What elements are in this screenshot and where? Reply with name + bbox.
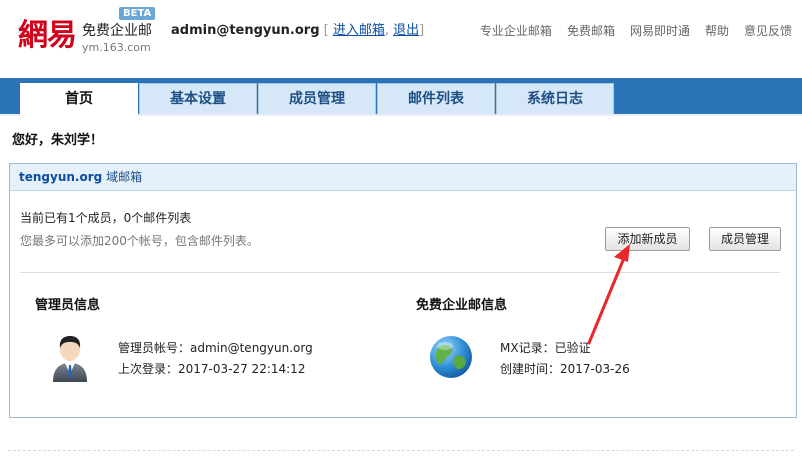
bracket-close: ] — [419, 23, 425, 38]
footer-divider — [8, 450, 794, 451]
section-divider — [20, 272, 780, 273]
member-summary: 当前已有1个成员，0个邮件列表 — [20, 211, 192, 225]
greeting: 您好，朱刘学！ — [12, 133, 104, 148]
main-tab-bar: 首页 基本设置 成员管理 邮件列表 系统日志 — [0, 78, 802, 116]
account-user: admin@tengyun.org — [171, 23, 320, 38]
panel-domain: tengyun.org — [19, 170, 103, 184]
panel-header: tengyun.org 域邮箱 — [10, 164, 796, 191]
header: 網易 免费企业邮 BETA ym.163.com admin@tengyun.o… — [0, 0, 802, 78]
admin-user-icon — [53, 336, 87, 382]
bracket-open: [ — [323, 23, 333, 38]
top-link-pro-mail[interactable]: 专业企业邮箱 — [480, 23, 552, 39]
top-link-help[interactable]: 帮助 — [705, 23, 729, 39]
tab-basic-settings[interactable]: 基本设置 — [139, 83, 257, 114]
logo-product-name: 免费企业邮 — [82, 23, 152, 39]
logout-link[interactable]: 退出 — [393, 23, 419, 38]
admin-last-login-line: 上次登录：2017-03-27 22:14:12 — [118, 362, 306, 376]
add-member-button[interactable]: 添加新成员 — [605, 227, 690, 251]
member-manage-button[interactable]: 成员管理 — [709, 227, 781, 251]
globe-icon — [430, 336, 472, 378]
netease-logo[interactable]: 網易 免费企业邮 BETA ym.163.com — [18, 7, 158, 62]
tab-system-log[interactable]: 系统日志 — [496, 83, 614, 114]
account-limit-hint: 您最多可以添加200个帐号，包含邮件列表。 — [20, 234, 259, 248]
top-link-feedback[interactable]: 意见反馈 — [744, 23, 792, 39]
account-info: admin@tengyun.org [ 进入邮箱, 退出] — [171, 22, 424, 40]
admin-info-title: 管理员信息 — [35, 298, 101, 313]
top-links: 专业企业邮箱 免费邮箱 网易即时通 帮助 意见反馈 — [480, 23, 792, 39]
created-time-line: 创建时间：2017-03-26 — [500, 362, 630, 376]
domain-panel: tengyun.org 域邮箱 当前已有1个成员，0个邮件列表 您最多可以添加2… — [9, 163, 797, 418]
mail-info-title: 免费企业邮信息 — [416, 298, 508, 313]
tab-mailing-lists[interactable]: 邮件列表 — [377, 83, 495, 114]
separator-comma: , — [384, 23, 394, 38]
beta-badge: BETA — [119, 7, 156, 20]
mx-record-line: MX记录：已验证 — [500, 341, 591, 355]
top-link-popo[interactable]: 网易即时通 — [630, 23, 690, 39]
logo-mark: 網易 — [18, 18, 77, 53]
tab-member-management[interactable]: 成员管理 — [258, 83, 376, 114]
admin-account-line: 管理员帐号：admin@tengyun.org — [118, 341, 313, 355]
logo-domain: ym.163.com — [82, 41, 151, 54]
tab-home[interactable]: 首页 — [20, 83, 138, 116]
panel-title-suffix: 域邮箱 — [106, 170, 143, 184]
enter-mailbox-link[interactable]: 进入邮箱 — [333, 23, 385, 38]
top-link-free-mail[interactable]: 免费邮箱 — [567, 23, 615, 39]
